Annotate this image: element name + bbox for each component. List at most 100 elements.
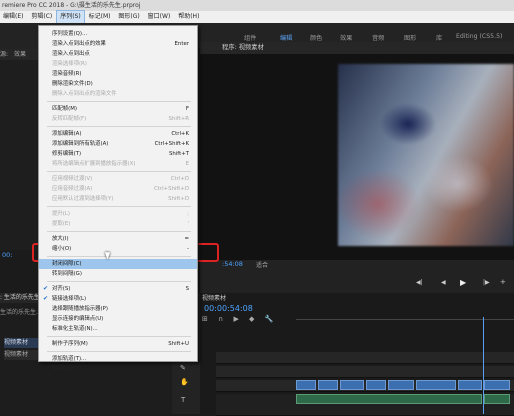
menu-item-label: 添加编辑(A) (52, 131, 82, 137)
menu-separator (47, 101, 191, 102)
video-clip[interactable] (318, 380, 338, 390)
menu-graphics[interactable]: 图形(G) (115, 11, 142, 23)
hand-tool-icon[interactable]: ✋ (180, 378, 189, 386)
menu-item-label: 制作子序列(M) (52, 341, 88, 347)
step-back-frame-icon[interactable]: ◀ (441, 279, 446, 286)
menu-separator (47, 256, 191, 257)
playhead[interactable] (483, 317, 484, 414)
menu-item[interactable]: 序列设置(Q)... (39, 29, 197, 39)
menu-item-label: 渲染入点到出点 (52, 51, 90, 57)
menu-item-shortcut: S (185, 286, 189, 292)
menu-item[interactable]: 修剪编辑(T) Shift+T (39, 149, 197, 159)
tab-source[interactable]: 源: (0, 51, 8, 58)
workspace-tab-graphics[interactable]: 图形 (404, 33, 416, 42)
menu-item-label: 提升(L) (52, 211, 70, 217)
menu-item[interactable]: 选择跟随播放指示器(P) (39, 304, 197, 314)
project-item[interactable]: 视频素材 (4, 350, 38, 360)
checkmark-icon: ✔ (43, 285, 49, 292)
track-v3[interactable] (216, 352, 514, 364)
workspace-tab-effects[interactable]: 效果 (340, 33, 352, 42)
timeline-tab[interactable]: 视频素材 (202, 293, 226, 302)
video-clip[interactable] (388, 380, 414, 390)
menu-edit[interactable]: 编辑(E) (0, 11, 26, 23)
track-v2[interactable] (216, 366, 514, 378)
add-icon[interactable]: + (500, 278, 506, 286)
menu-item-shortcut: Enter (174, 41, 189, 47)
menu-item[interactable]: 显示连接的编辑点(U) (39, 314, 197, 324)
menu-item[interactable]: 匹配帧(M) F (39, 104, 197, 114)
program-monitor-header: 程序: 视频素材 (200, 42, 514, 54)
menu-item-label: 序列设置(Q)... (52, 31, 88, 37)
video-clip[interactable] (484, 380, 510, 390)
menu-bar: 编辑(E) 剪辑(C) 序列(S) 标记(M) 图形(G) 窗口(W) 帮助(H… (0, 10, 514, 24)
program-timecode[interactable]: :54:08 (222, 260, 243, 268)
fit-dropdown[interactable]: 适合 (256, 260, 268, 269)
time-ruler[interactable] (296, 311, 514, 320)
menu-item[interactable]: 添加编辑到所有轨道(A) Ctrl+Shift+K (39, 139, 197, 149)
video-clip[interactable] (366, 380, 386, 390)
audio-clip[interactable] (484, 394, 510, 404)
project-item[interactable]: 视频素材 (4, 338, 38, 348)
menu-item-shortcut: Shift+U (168, 341, 189, 347)
menu-item-label: 标准化主轨道(N)... (52, 326, 98, 332)
play-icon[interactable]: ▶ (460, 278, 466, 287)
workspace-tab-cs55[interactable]: Editing (CS5.5) (456, 33, 502, 40)
workspace-tab-editing[interactable]: 编辑 (280, 33, 292, 42)
timeline-timecode[interactable]: 00:00:54:08 (204, 304, 253, 313)
menu-item-shortcut: Ctrl+K (171, 131, 189, 137)
workspace-tab-audio[interactable]: 音频 (372, 33, 384, 42)
menu-item: 删除入点到出点的渲染文件 (39, 89, 197, 99)
menu-separator (47, 171, 191, 172)
workspace-tab-color[interactable]: 颜色 (310, 33, 322, 42)
track-a2[interactable] (216, 404, 514, 416)
menu-window[interactable]: 窗口(W) (145, 11, 174, 23)
menu-item: 提取(E) ' (39, 219, 197, 229)
menu-item[interactable]: 封闭间隙(C) (39, 259, 197, 269)
sequence-menu: 序列设置(Q)... 渲染入点到出点的效果 Enter 渲染入点到出点 渲染选择项(R)… (38, 25, 198, 372)
workspace-tab-assembly[interactable]: 组件 (244, 33, 256, 42)
video-clip[interactable] (340, 380, 364, 390)
menu-item-shortcut: Shift+D (168, 196, 189, 202)
menu-item-shortcut: Ctrl+Shift+K (154, 141, 189, 147)
video-clip[interactable] (296, 380, 316, 390)
menu-item[interactable]: 删除渲染文件(D) (39, 79, 197, 89)
menu-item-shortcut: Ctrl+Shift+D (153, 186, 189, 192)
menu-item[interactable]: 渲染入点到出点的效果 Enter (39, 39, 197, 49)
menu-help[interactable]: 帮助(H) (175, 11, 202, 23)
menu-item[interactable]: 转到间隔(G) (39, 269, 197, 279)
menu-item-label: 修剪编辑(T) (52, 151, 82, 157)
step-back-icon[interactable]: ◀| (416, 279, 423, 286)
workspace-tab-libraries[interactable]: 库 (436, 33, 442, 42)
menu-item-label: 渲染音频(R) (52, 71, 82, 77)
menu-item[interactable]: 添加轨道(T)... (39, 354, 197, 364)
menu-item[interactable]: 制作子序列(M) Shift+U (39, 339, 197, 349)
menu-sequence[interactable]: 序列(S) (56, 10, 85, 24)
menu-item[interactable]: ✔ 链接选择项(L) (39, 294, 197, 304)
menu-item[interactable]: 标准化主轨道(N)... (39, 324, 197, 334)
video-frame (338, 64, 514, 246)
source-timecode[interactable]: 00: (2, 251, 12, 259)
menu-marker[interactable]: 标记(M) (86, 11, 114, 23)
menu-item-shortcut: - (187, 246, 189, 252)
video-clip[interactable] (458, 380, 482, 390)
menu-item-label: 对齐(S) (52, 286, 71, 292)
video-clip[interactable] (416, 380, 456, 390)
program-monitor-title[interactable]: 程序: 视频素材 (222, 42, 264, 54)
menu-item[interactable]: 渲染音频(R) (39, 69, 197, 79)
menu-item[interactable]: ✔ 对齐(S) S (39, 284, 197, 294)
type-tool-icon[interactable]: T (181, 396, 185, 404)
step-forward-frame-icon[interactable]: |▶ (483, 279, 490, 286)
tab-effects-controls[interactable]: 效果 (14, 51, 26, 58)
menu-item-label: 封闭间隙(C) (52, 261, 82, 267)
menu-item[interactable]: 添加编辑(A) Ctrl+K (39, 129, 197, 139)
menu-item-label: 转到间隔(G) (52, 271, 82, 277)
audio-clip[interactable] (296, 394, 482, 404)
menu-item[interactable]: 放大(I) = (39, 234, 197, 244)
menu-item[interactable]: 删除轨道(K)... (39, 364, 197, 374)
window-title: remiere Pro CC 2018 - G:\摄生活的乐先生.prproj (0, 0, 514, 11)
menu-item-label: 删除轨道(K)... (52, 366, 87, 372)
menu-item[interactable]: 渲染入点到出点 (39, 49, 197, 59)
menu-clip[interactable]: 剪辑(C) (28, 11, 55, 23)
menu-item[interactable]: 缩小(O) - (39, 244, 197, 254)
menu-item-shortcut: F (185, 106, 189, 112)
